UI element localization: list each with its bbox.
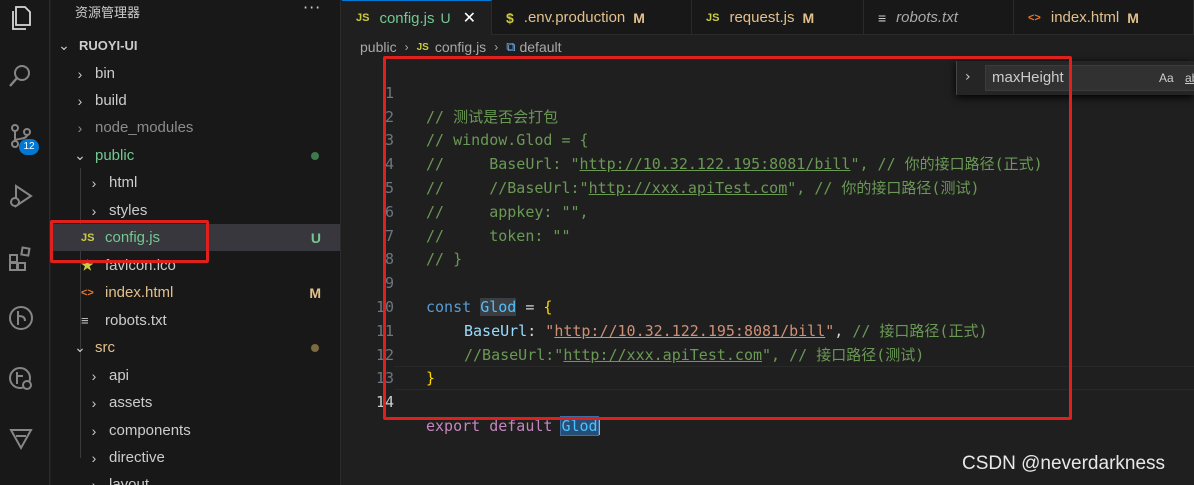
watermark: CSDN @neverdarkness — [962, 453, 1166, 474]
tab-status: M — [633, 9, 645, 26]
close-icon[interactable]: ✕ — [463, 8, 476, 28]
chevron-right-icon: › — [91, 367, 97, 384]
dollar-icon: $ — [506, 9, 514, 26]
tree-item-robots[interactable]: ≡ robots.txt — [51, 307, 340, 334]
tree-item-layout[interactable]: › layout — [51, 471, 340, 485]
text-cursor — [597, 417, 600, 436]
chevron-right-icon: › — [77, 119, 83, 136]
tab-status: M — [1127, 9, 1139, 26]
chevron-right-icon: › — [77, 92, 83, 109]
chevron-right-icon: › — [404, 40, 409, 54]
chevron-right-icon: › — [91, 476, 97, 485]
tab-env-production[interactable]: $ .env.production M — [492, 0, 692, 35]
search-icon[interactable] — [5, 60, 37, 92]
git-graph-icon[interactable] — [5, 302, 37, 334]
testing-icon[interactable] — [5, 422, 37, 454]
breadcrumb-file[interactable]: config.js — [435, 39, 486, 55]
symbol-module-icon: ⧉ — [506, 39, 516, 54]
tree-item-label: html — [109, 174, 138, 191]
activity-bar: 12 — [0, 0, 50, 485]
run-debug-icon[interactable] — [5, 180, 37, 212]
extensions-icon[interactable] — [5, 243, 37, 275]
chevron-right-icon: › — [77, 65, 83, 82]
annotation-box-file — [50, 220, 209, 263]
breadcrumb-folder[interactable]: public — [360, 39, 397, 55]
chevron-right-icon: › — [91, 422, 97, 439]
chevron-right-icon: › — [91, 394, 97, 411]
tab-label: index.html — [1050, 9, 1120, 26]
modified-status: M — [309, 284, 321, 301]
remote-icon[interactable] — [5, 362, 37, 394]
tree-item-label: api — [109, 367, 130, 384]
chevron-down-icon: ⌄ — [74, 339, 86, 355]
tree-item-label: components — [109, 422, 191, 439]
project-root[interactable]: ⌄ RUOYI-UI — [51, 32, 340, 59]
tab-status: U — [440, 10, 451, 26]
tree-item-components[interactable]: › components — [51, 417, 340, 444]
tree-item-directive[interactable]: › directive — [51, 444, 340, 471]
html-file-icon: <> — [1028, 11, 1041, 24]
breadcrumb: public › JS config.js › ⧉ default — [360, 36, 562, 58]
tree-item-public[interactable]: ⌄ public — [51, 142, 340, 169]
chevron-down-icon: ⌄ — [74, 147, 86, 163]
tab-label: .env.production — [523, 9, 626, 26]
editor-tabs: JS config.js U ✕ $ .env.production M JS … — [342, 0, 1194, 35]
tree-item-assets[interactable]: › assets — [51, 389, 340, 416]
tab-index-html[interactable]: <> index.html M — [1014, 0, 1194, 35]
tree-item-label: build — [95, 92, 127, 109]
modified-dot-icon — [311, 151, 319, 160]
chevron-right-icon: › — [91, 174, 97, 191]
js-file-icon: JS — [706, 11, 720, 24]
tree-item-label: bin — [95, 65, 116, 82]
match-case-toggle[interactable]: Aa — [1159, 71, 1174, 85]
html-file-icon: <> — [81, 286, 94, 299]
tree-item-label: styles — [109, 202, 148, 219]
chevron-down-icon: ⌄ — [58, 37, 70, 53]
tree-item-api[interactable]: › api — [51, 362, 340, 389]
tree-item-label: robots.txt — [105, 312, 167, 329]
tab-label: request.js — [729, 9, 795, 26]
explorer-title: 资源管理器 — [75, 6, 141, 21]
tree-item-label: directive — [109, 449, 165, 466]
tree-item-label: assets — [109, 394, 153, 411]
more-actions-button[interactable]: ··· — [303, 0, 321, 17]
tree-item-label: public — [95, 147, 135, 164]
tab-config-js[interactable]: JS config.js U ✕ — [342, 0, 492, 35]
tab-label: robots.txt — [896, 9, 958, 26]
whole-word-toggle[interactable]: ab — [1185, 71, 1194, 85]
text-file-icon: ≡ — [878, 9, 887, 26]
tab-status: M — [802, 9, 815, 26]
js-file-icon: JS — [416, 41, 429, 53]
tree-item-html[interactable]: › html — [51, 169, 340, 196]
chevron-right-icon: › — [91, 449, 97, 466]
scm-badge: 12 — [19, 139, 39, 155]
chevron-right-icon: › — [91, 202, 97, 219]
text-file-icon: ≡ — [81, 313, 89, 328]
tab-robots-txt[interactable]: ≡ robots.txt — [864, 0, 1014, 35]
annotation-box-code — [383, 56, 1072, 420]
tree-item-node-modules[interactable]: › node_modules — [51, 114, 340, 141]
chevron-right-icon: › — [494, 40, 499, 54]
tab-label: config.js — [379, 9, 435, 27]
tree-item-label: src — [95, 339, 115, 356]
project-name: RUOYI-UI — [79, 38, 138, 53]
tree-item-label: node_modules — [95, 119, 194, 136]
modified-dot-icon — [311, 343, 319, 352]
tree-item-src[interactable]: ⌄ src — [51, 334, 340, 361]
js-file-icon: JS — [356, 12, 370, 24]
tree-item-build[interactable]: › build — [51, 87, 340, 114]
tree-item-bin[interactable]: › bin — [51, 60, 340, 87]
untracked-status: U — [310, 229, 321, 246]
tab-request-js[interactable]: JS request.js M — [692, 0, 864, 35]
explorer-icon[interactable] — [5, 2, 37, 34]
tree-item-index-html[interactable]: <> index.html M — [51, 279, 340, 306]
tree-item-label: index.html — [105, 284, 174, 301]
breadcrumb-symbol[interactable]: default — [519, 39, 561, 55]
tree-item-label: layout — [109, 476, 150, 485]
